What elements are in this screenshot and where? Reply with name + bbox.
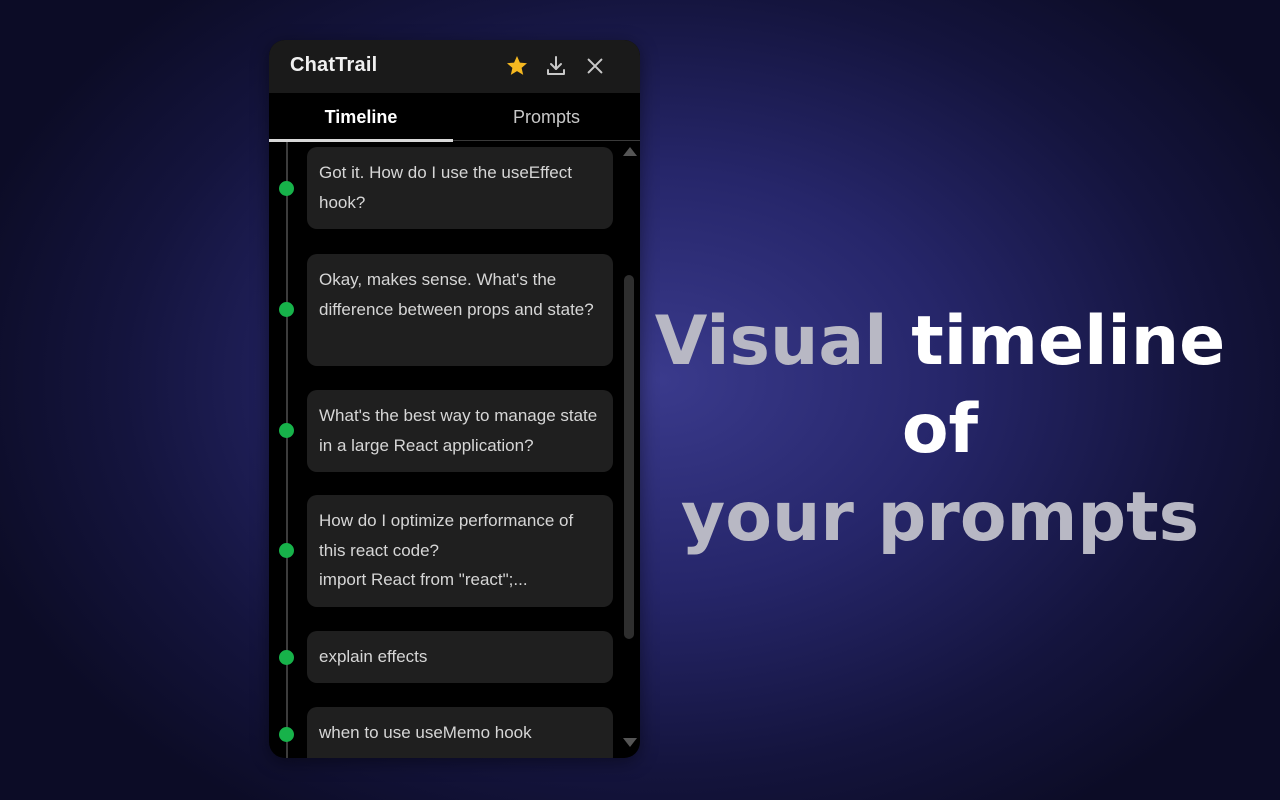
headline: Visual timeline of your prompts bbox=[640, 298, 1240, 562]
timeline-list[interactable]: Got it. How do I use the useEffect hook?… bbox=[269, 142, 640, 758]
timeline-dot bbox=[279, 543, 294, 558]
timeline-item[interactable]: How do I optimize performance of this re… bbox=[307, 495, 613, 607]
headline-part-3: your bbox=[680, 478, 854, 557]
timeline-item[interactable]: explain effects bbox=[307, 631, 613, 683]
scroll-up-arrow-icon[interactable] bbox=[623, 147, 637, 156]
timeline-item[interactable]: Okay, makes sense. What's the difference… bbox=[307, 254, 613, 366]
timeline-item[interactable]: when to use useMemo hook bbox=[307, 707, 613, 758]
timeline-dot bbox=[279, 181, 294, 196]
headline-part-4: prompts bbox=[877, 478, 1200, 557]
chattrail-panel: ChatTrail Timeline Prompts Got it. How d… bbox=[269, 40, 640, 758]
download-icon[interactable] bbox=[542, 52, 570, 80]
timeline-line bbox=[286, 142, 288, 758]
timeline-dot bbox=[279, 302, 294, 317]
tab-prompts[interactable]: Prompts bbox=[453, 93, 640, 141]
app-title: ChatTrail bbox=[290, 54, 378, 76]
headline-part-2: timeline of bbox=[901, 302, 1226, 469]
scrollbar-thumb[interactable] bbox=[624, 275, 634, 639]
timeline-item[interactable]: What's the best way to manage state in a… bbox=[307, 390, 613, 472]
tab-bar: Timeline Prompts bbox=[269, 93, 640, 142]
scroll-down-arrow-icon[interactable] bbox=[623, 738, 637, 747]
star-icon[interactable] bbox=[503, 52, 531, 80]
timeline-dot bbox=[279, 727, 294, 742]
panel-header: ChatTrail bbox=[269, 40, 640, 93]
headline-part-1: Visual bbox=[654, 302, 888, 381]
close-icon[interactable] bbox=[581, 52, 609, 80]
timeline-dot bbox=[279, 423, 294, 438]
timeline-item[interactable]: Got it. How do I use the useEffect hook? bbox=[307, 147, 613, 229]
timeline-dot bbox=[279, 650, 294, 665]
tab-timeline[interactable]: Timeline bbox=[269, 93, 453, 142]
